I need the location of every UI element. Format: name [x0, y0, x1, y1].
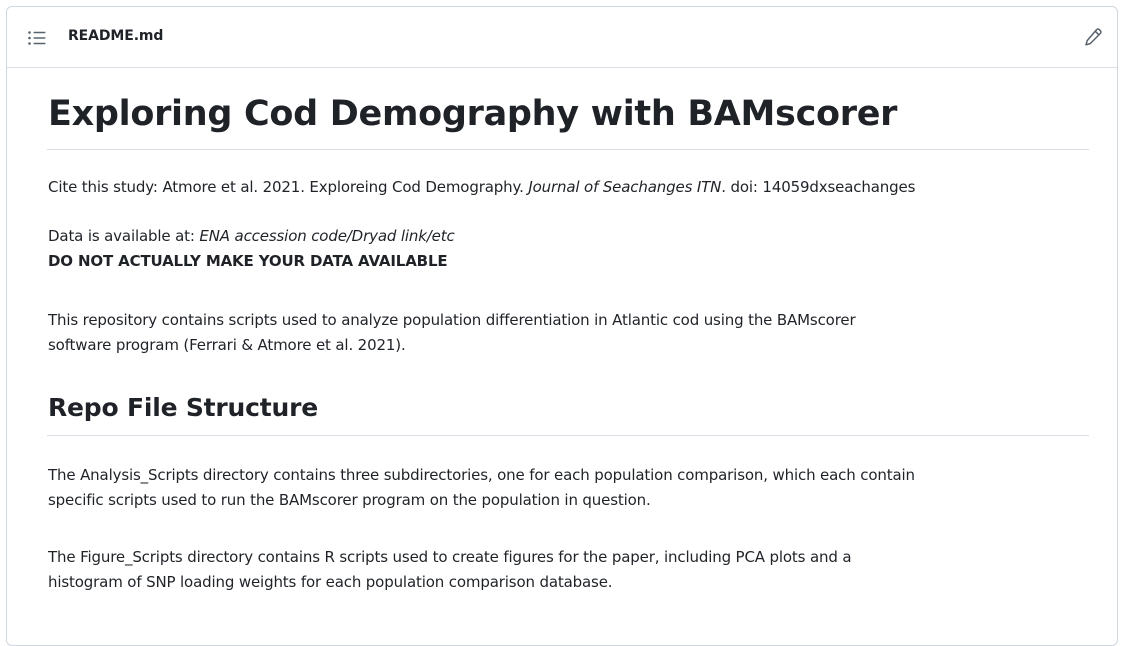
analysis-scripts-paragraph: The Analysis_Scripts directory contains …	[48, 463, 915, 513]
citation-paragraph: Cite this study: Atmore et al. 2021. Exp…	[48, 175, 915, 200]
citation-prefix: Cite this study: Atmore et al. 2021. Exp…	[48, 178, 529, 196]
figure-scripts-line1: The Figure_Scripts directory contains R …	[48, 548, 852, 566]
citation-suffix: . doi: 14059dxseachanges	[721, 178, 916, 196]
section-divider	[47, 435, 1089, 436]
data-location: ENA accession code/Dryad link/etc	[199, 227, 455, 245]
journal-name: Journal of Seachanges ITN	[528, 178, 722, 196]
readme-filename: README.md	[68, 28, 164, 44]
repo-description-line2: software program (Ferrari & Atmore et al…	[48, 336, 406, 354]
figure-scripts-paragraph: The Figure_Scripts directory contains R …	[48, 545, 852, 595]
analysis-scripts-line2: specific scripts used to run the BAMscor…	[48, 491, 651, 509]
repo-description-paragraph: This repository contains scripts used to…	[48, 308, 856, 358]
section-heading: Repo File Structure	[48, 393, 318, 422]
title-divider	[47, 149, 1089, 150]
data-availability-paragraph: Data is available at: ENA accession code…	[48, 224, 455, 274]
readme-container: README.md Exploring Cod Demography with …	[6, 6, 1118, 646]
data-availability-prefix: Data is available at:	[48, 227, 200, 245]
readme-title: Exploring Cod Demography with BAMscorer	[48, 94, 898, 134]
data-warning: DO NOT ACTUALLY MAKE YOUR DATA AVAILABLE	[48, 252, 448, 270]
readme-header: README.md	[7, 7, 1117, 68]
pencil-icon[interactable]	[1083, 27, 1103, 47]
figure-scripts-line2: histogram of SNP loading weights for eac…	[48, 573, 613, 591]
list-unordered-icon[interactable]	[27, 30, 47, 46]
repo-description-line1: This repository contains scripts used to…	[48, 311, 856, 329]
analysis-scripts-line1: The Analysis_Scripts directory contains …	[48, 466, 915, 484]
